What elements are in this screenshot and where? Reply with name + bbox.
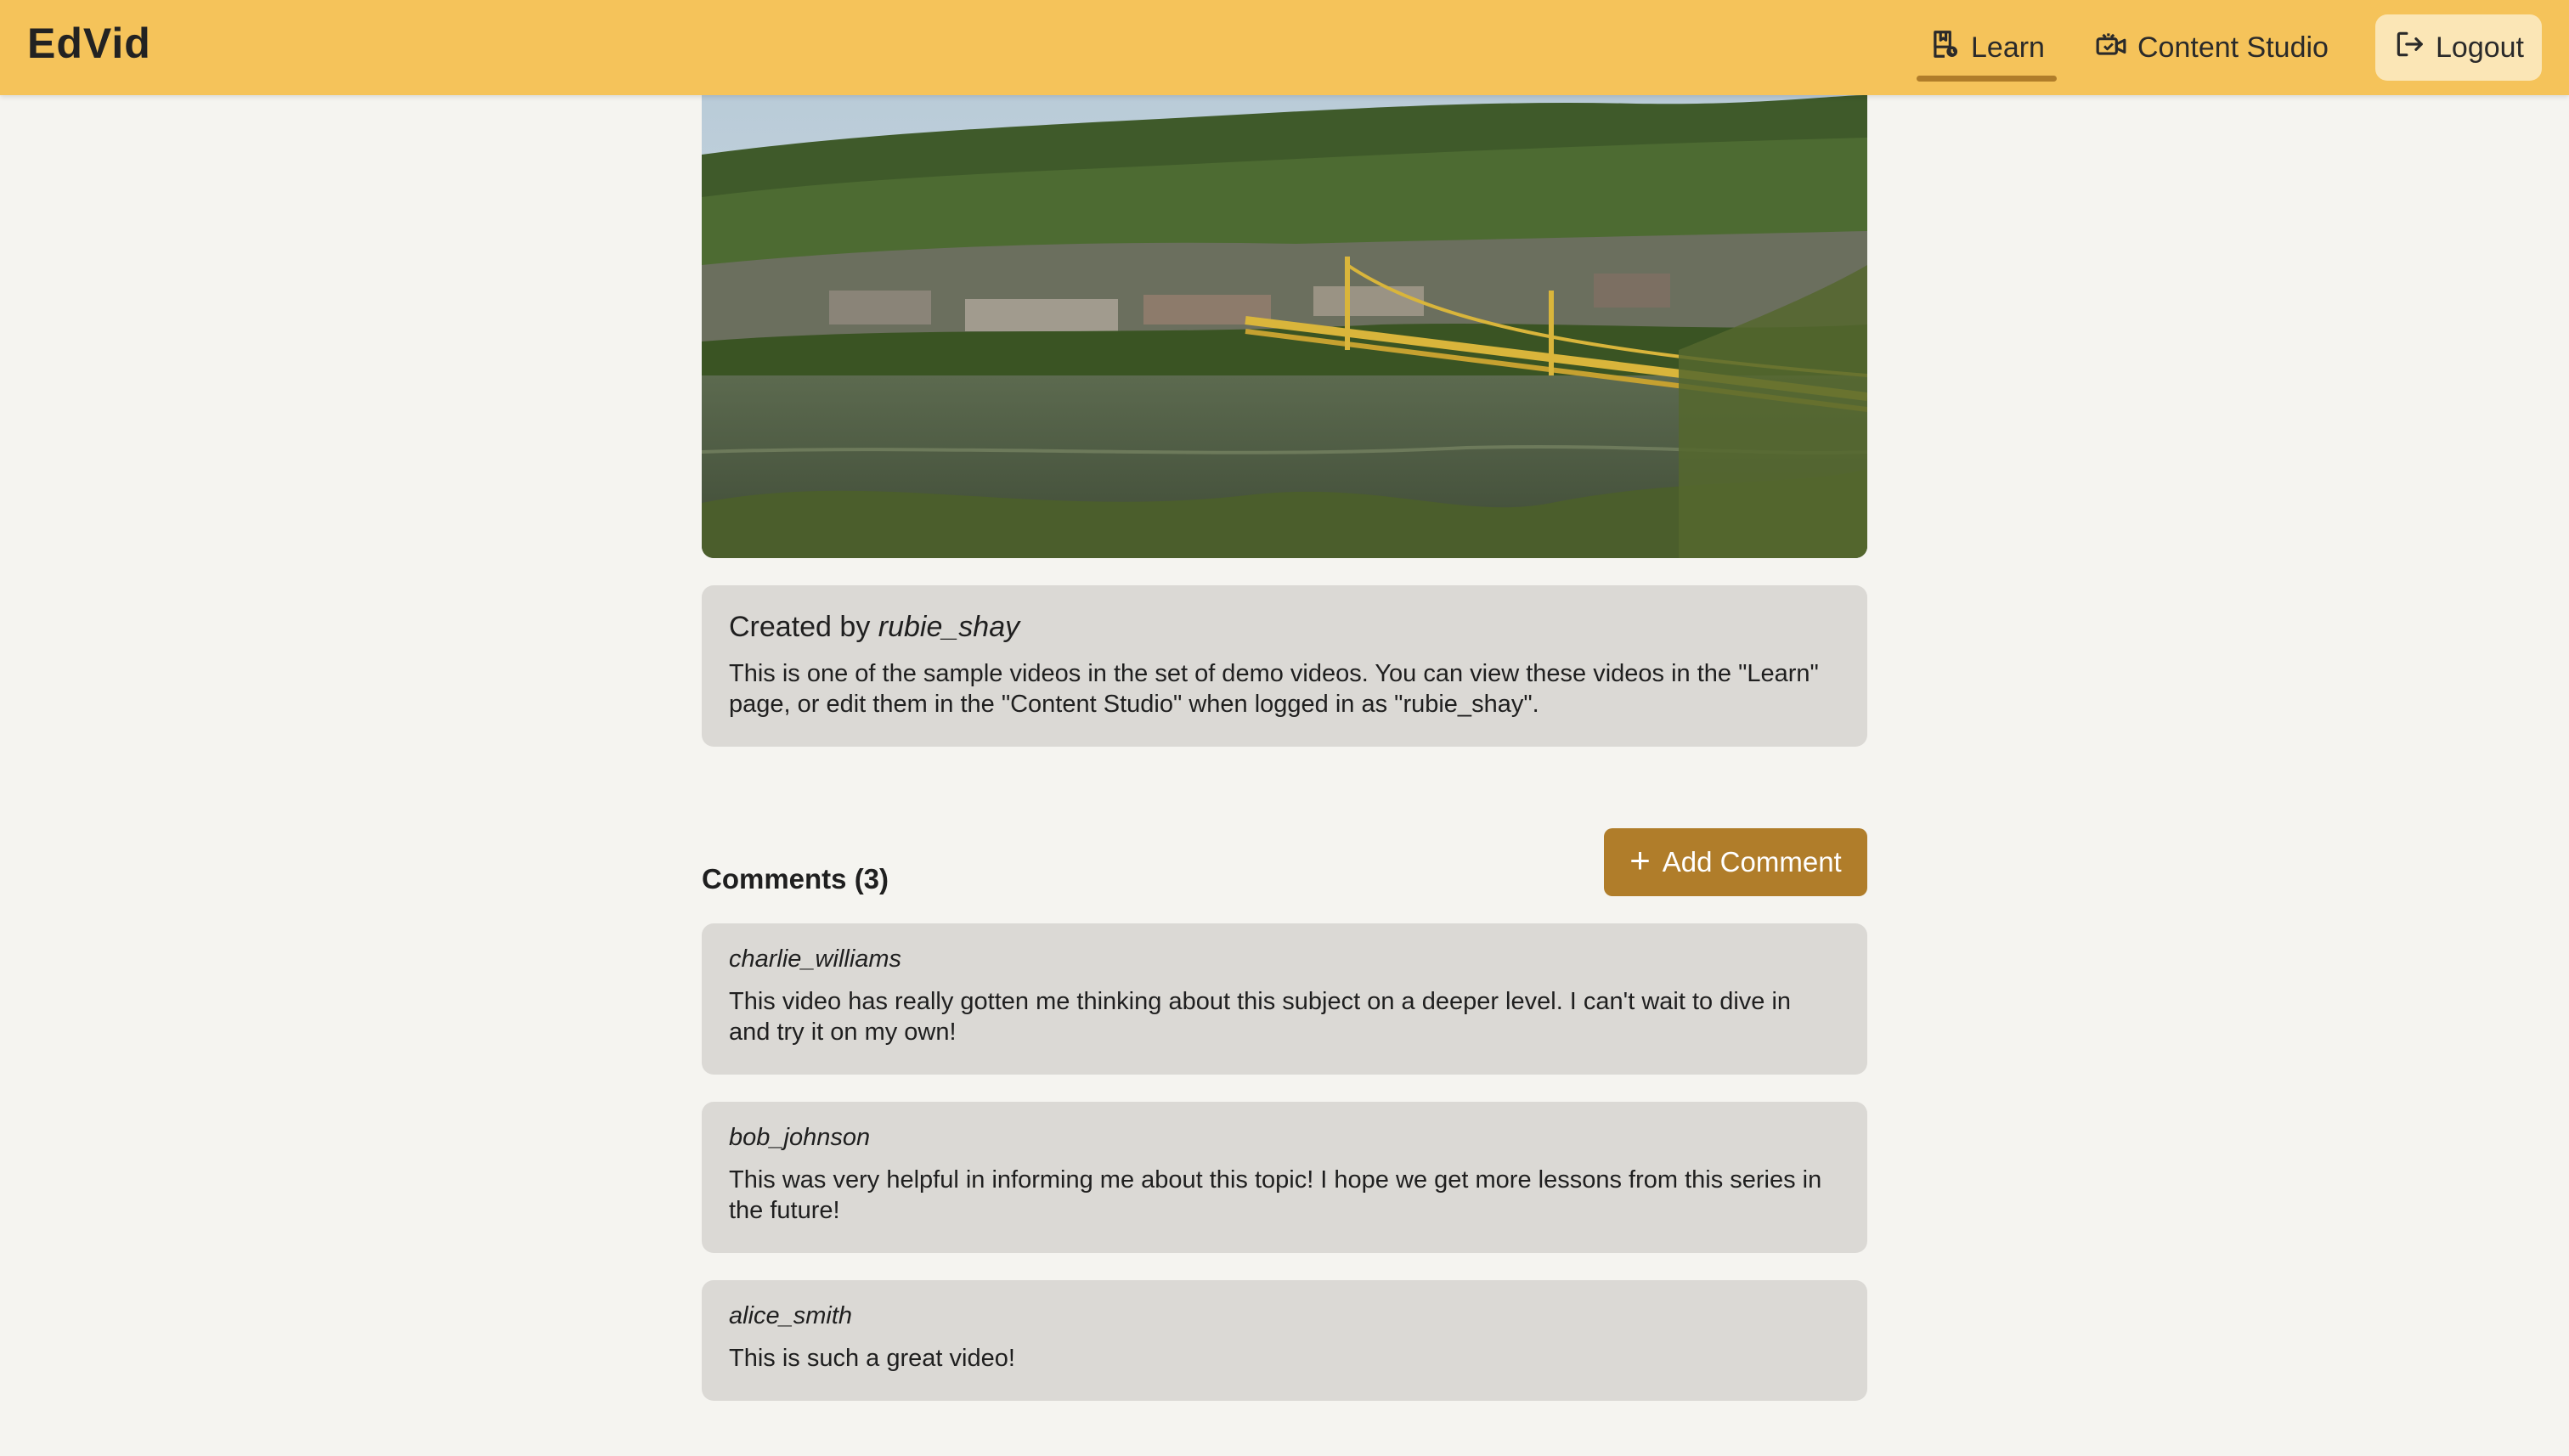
video-description-text: This is one of the sample videos in the … <box>729 660 1819 718</box>
created-prefix: Created by <box>729 611 871 643</box>
comment-text: This is such a great video! <box>729 1345 1015 1372</box>
brand-logo[interactable]: EdVid <box>27 19 151 68</box>
nav-content-studio[interactable]: Content Studio <box>2095 20 2329 75</box>
add-comment-label: Add Comment <box>1662 846 1842 878</box>
active-tab-indicator <box>1917 76 2057 82</box>
add-comment-button[interactable]: + Add Comment <box>1604 828 1867 896</box>
nav-content-studio-label: Content Studio <box>2137 31 2329 64</box>
comment-card: bob_johnson This was very helpful in inf… <box>702 1102 1867 1253</box>
comment-card: alice_smith This is such a great video! <box>702 1280 1867 1401</box>
video-thumbnail <box>702 95 1867 558</box>
comment-text: This was very helpful in informing me ab… <box>729 1166 1822 1224</box>
logout-label: Logout <box>2436 31 2524 64</box>
logout-icon <box>2393 28 2425 68</box>
learn-icon <box>1928 28 1961 68</box>
top-navigation-bar: EdVid Learn Content Studio Logout <box>0 0 2569 95</box>
created-by: Created by rubie_shay <box>729 611 1019 644</box>
video-description-card: Created by rubie_shay This is one of the… <box>702 585 1867 747</box>
author-name: rubie_shay <box>878 611 1020 643</box>
nav-learn-label: Learn <box>1971 31 2045 64</box>
video-player[interactable] <box>702 95 1867 558</box>
comment-author: charlie_williams <box>729 945 902 973</box>
comment-text: This video has really gotten me thinking… <box>729 988 1792 1046</box>
plus-icon: + <box>1629 840 1651 880</box>
logout-button[interactable]: Logout <box>2375 14 2542 81</box>
comment-author: bob_johnson <box>729 1124 871 1151</box>
comments-heading: Comments (3) <box>702 863 889 894</box>
video-camera-icon <box>2095 28 2127 68</box>
comment-author: alice_smith <box>729 1302 853 1329</box>
nav-learn[interactable]: Learn <box>1917 20 2057 82</box>
comment-card: charlie_williams This video has really g… <box>702 923 1867 1075</box>
